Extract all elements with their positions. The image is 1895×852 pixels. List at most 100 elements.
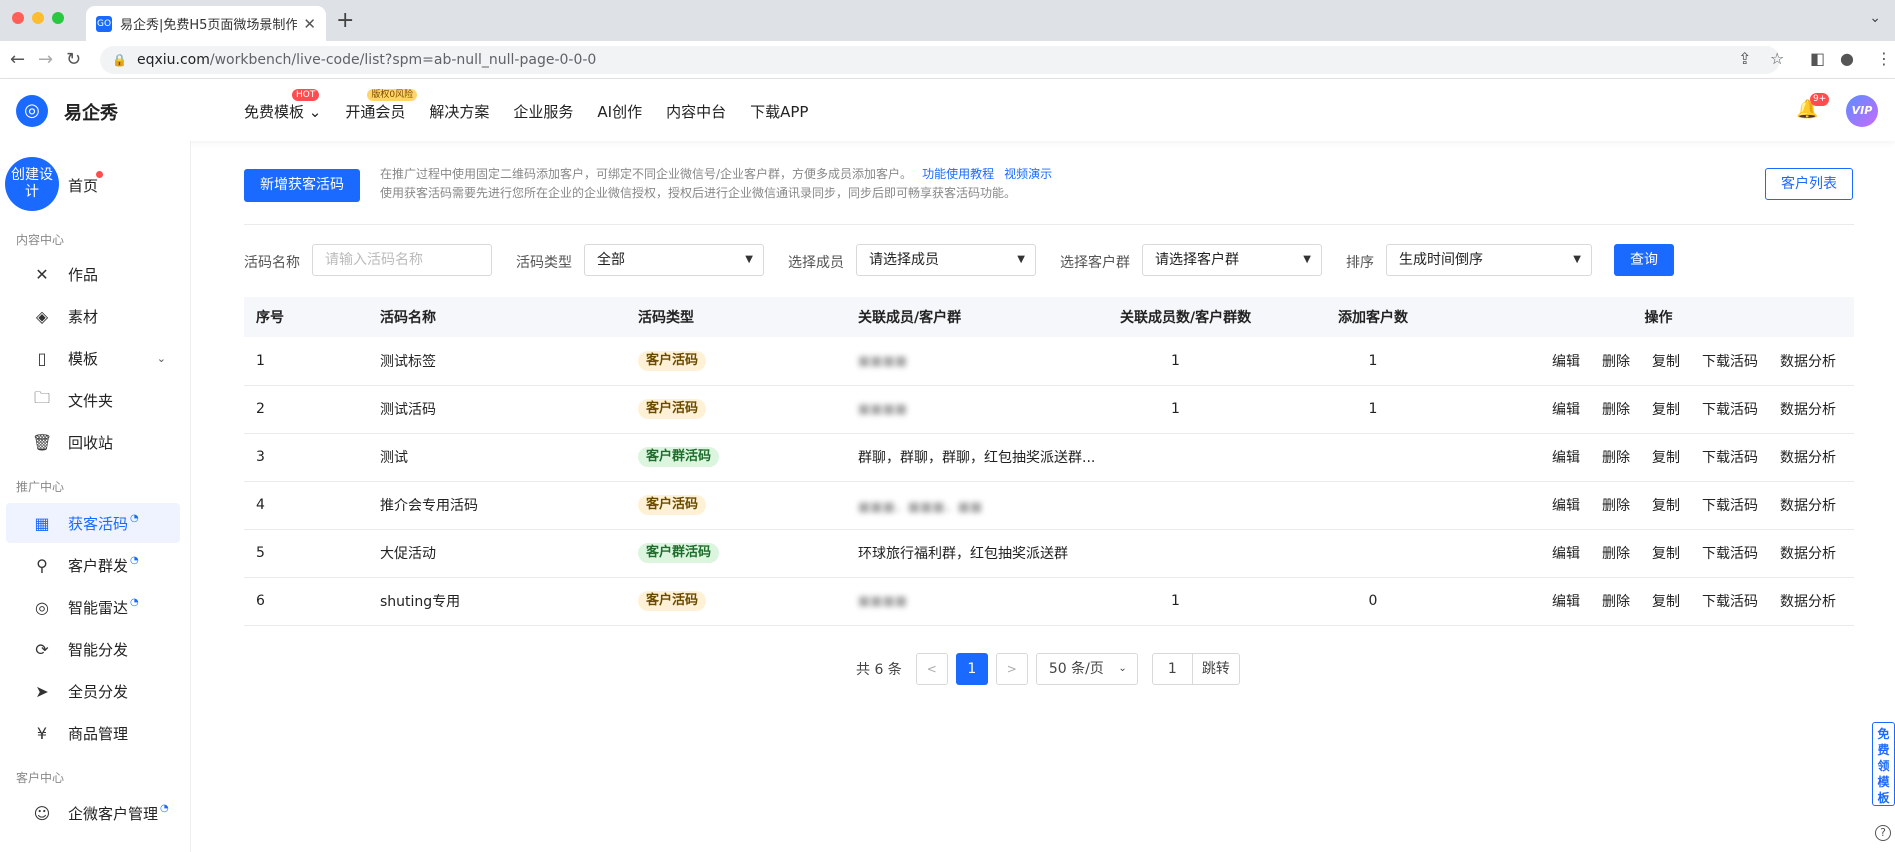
sidebar-item-smart-distribute[interactable]: ⟳ 智能分发 [6,629,180,669]
sort-select[interactable]: 生成时间倒序 ▼ [1386,244,1592,276]
browser-tab[interactable]: GO 易企秀|免费H5页面微场景制作 ✕ [86,6,326,41]
nav-ai[interactable]: AI创作 [597,101,642,122]
data-analysis-button[interactable]: 数据分析 [1780,498,1836,514]
sidebar-item-materials[interactable]: ◈ 素材 [6,296,180,336]
group-select[interactable]: 请选择客户群 ▼ [1142,244,1322,276]
next-page-button[interactable]: > [995,653,1028,685]
delete-button[interactable]: 删除 [1602,450,1630,466]
page-jump-input[interactable]: 1 [1153,654,1193,684]
maximize-window-icon[interactable] [52,12,64,24]
cell-ops: 编辑 删除 复制 下载活码 数据分析 [1463,385,1854,434]
edit-button[interactable]: 编辑 [1552,594,1580,610]
customer-list-button[interactable]: 客户列表 [1765,168,1853,200]
free-template-float-button[interactable]: 免费领模板 [1872,722,1895,806]
nav-download-app[interactable]: 下载APP [750,101,808,122]
copy-button[interactable]: 复制 [1652,546,1680,562]
tab-list-icon[interactable]: ⌄ [1869,10,1881,26]
brand-name[interactable]: 易企秀 [64,99,118,125]
members-text: 环球旅行福利群，红包抽奖派送群 [858,546,1068,562]
sidebar-item-home[interactable]: 首页 [68,175,98,196]
data-analysis-button[interactable]: 数据分析 [1780,402,1836,418]
copy-button[interactable]: 复制 [1652,354,1680,370]
data-analysis-button[interactable]: 数据分析 [1780,594,1836,610]
sidebar-item-templates[interactable]: ▯ 模板 ⌄ [6,338,180,378]
sidebar-item-staff-distribute[interactable]: ➤ 全员分发 [6,671,180,711]
query-button[interactable]: 查询 [1614,244,1674,276]
close-tab-icon[interactable]: ✕ [303,15,316,33]
logo-icon[interactable]: ◎ [16,95,48,127]
edit-button[interactable]: 编辑 [1552,402,1580,418]
prev-page-button[interactable]: < [915,653,948,685]
cell-type: 客户群活码 [626,529,846,578]
type-select[interactable]: 全部 ▼ [584,244,764,276]
edit-button[interactable]: 编辑 [1552,354,1580,370]
data-analysis-button[interactable]: 数据分析 [1780,354,1836,370]
nav-free-templates[interactable]: 免费模板 ⌄ HOT [244,89,321,122]
profile-icon[interactable]: ● [1840,49,1854,68]
download-code-button[interactable]: 下载活码 [1702,354,1758,370]
sidebar-item-wecom-customers[interactable]: ☺ 企微客户管理 ◔ [6,793,180,833]
edit-button[interactable]: 编辑 [1552,498,1580,514]
download-code-button[interactable]: 下载活码 [1702,498,1758,514]
data-analysis-button[interactable]: 数据分析 [1780,546,1836,562]
data-analysis-button[interactable]: 数据分析 [1780,450,1836,466]
download-code-button[interactable]: 下载活码 [1702,546,1758,562]
delete-button[interactable]: 删除 [1602,354,1630,370]
current-page-button[interactable]: 1 [955,653,988,685]
share-icon[interactable]: ⇪ [1738,49,1751,68]
copy-button[interactable]: 复制 [1652,450,1680,466]
copy-button[interactable]: 复制 [1652,402,1680,418]
help-icon[interactable]: ? [1875,825,1891,841]
avatar[interactable]: VIP [1846,95,1878,127]
forward-icon[interactable]: → [38,49,53,70]
top-nav: 免费模板 ⌄ HOT 开通会员 版权0风险 解决方案 企业服务 AI创作 内容中台 … [244,89,832,122]
sidebar-item-recycle[interactable]: 🗑 回收站 [6,422,180,462]
back-icon[interactable]: ← [10,49,25,70]
members-text: ■■■，■■■，■■ [858,499,983,515]
copy-button[interactable]: 复制 [1652,498,1680,514]
copy-button[interactable]: 复制 [1652,594,1680,610]
cell-members: ■■■，■■■，■■ [846,481,1108,530]
page-size-select[interactable]: 50 条/页 ⌄ [1035,653,1138,685]
tutorial-link[interactable]: 功能使用教程 [922,167,994,181]
delete-button[interactable]: 删除 [1602,546,1630,562]
cell-members: 群聊，群聊，群聊，红包抽奖派送群... [846,433,1108,482]
nav-content[interactable]: 内容中台 [666,101,726,122]
url-field[interactable]: 🔒 eqxiu.com/workbench/live-code/list?spm… [100,46,1780,74]
sidebar-item-works[interactable]: ✕ 作品 [6,254,180,294]
sidebar-item-goods[interactable]: ¥ 商品管理 [6,713,180,753]
new-tab-icon[interactable]: + [336,8,354,33]
sidebar-item-radar[interactable]: ◎ 智能雷达 ◔ [6,587,180,627]
sidebar-item-mass-send[interactable]: ⚲ 客户群发 ◔ [6,545,180,585]
ai-spark-icon: ◔ [130,512,139,524]
edit-button[interactable]: 编辑 [1552,546,1580,562]
sidebar-item-folders[interactable]: 🗀 文件夹 [6,380,180,420]
delete-button[interactable]: 删除 [1602,594,1630,610]
reload-icon[interactable]: ↻ [66,49,81,70]
download-code-button[interactable]: 下载活码 [1702,402,1758,418]
member-select[interactable]: 请选择成员 ▼ [856,244,1036,276]
sidebar-item-live-code[interactable]: ▦ 获客活码 ◔ [6,503,180,543]
download-code-button[interactable]: 下载活码 [1702,450,1758,466]
edit-button[interactable]: 编辑 [1552,450,1580,466]
table-header-row: 序号 活码名称 活码类型 关联成员/客户群 关联成员数/客户群数 添加客户数 操… [244,297,1854,337]
video-demo-link[interactable]: 视频演示 [1004,167,1052,181]
caret-down-icon: ▼ [1017,254,1025,265]
nav-membership[interactable]: 开通会员 版权0风险 [345,89,418,122]
nav-solutions[interactable]: 解决方案 [429,101,489,122]
download-code-button[interactable]: 下载活码 [1702,594,1758,610]
sidebar-toggle-icon[interactable]: ◧ [1810,49,1825,68]
add-live-code-button[interactable]: 新增获客活码 [244,169,360,202]
create-design-button[interactable]: 创建设计 [5,157,59,211]
live-code-table: 序号 活码名称 活码类型 关联成员/客户群 关联成员数/客户群数 添加客户数 操… [244,297,1854,626]
minimize-window-icon[interactable] [32,12,44,24]
cell-ops: 编辑 删除 复制 下载活码 数据分析 [1463,433,1854,482]
page-jump-button[interactable]: 跳转 [1193,654,1239,684]
name-search-input[interactable]: 请输入活码名称 [312,244,492,276]
browser-menu-icon[interactable]: ⋮ [1876,49,1892,68]
nav-enterprise[interactable]: 企业服务 [513,101,573,122]
delete-button[interactable]: 删除 [1602,498,1630,514]
bookmark-star-icon[interactable]: ☆ [1770,49,1784,68]
delete-button[interactable]: 删除 [1602,402,1630,418]
close-window-icon[interactable] [12,12,24,24]
